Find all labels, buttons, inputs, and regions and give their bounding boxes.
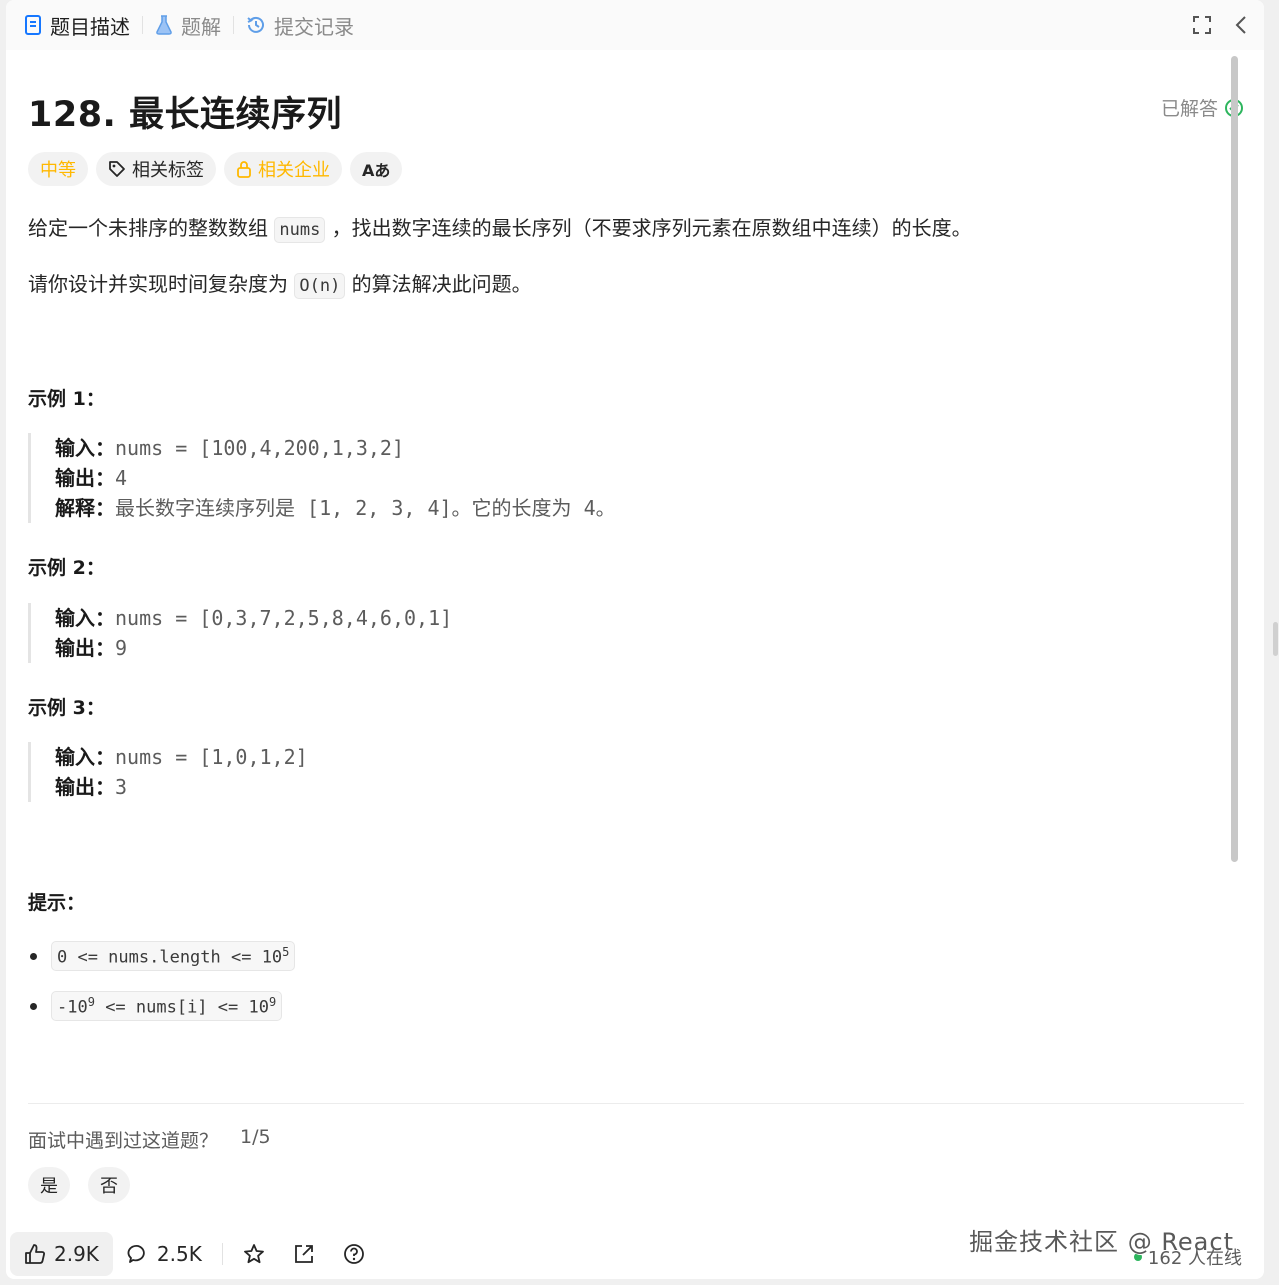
tab-submissions[interactable]: 提交记录 — [234, 0, 366, 50]
tab-bar-actions — [1192, 0, 1248, 50]
description-text: 给定一个未排序的整数数组 — [28, 216, 268, 240]
constraint-code: 0 <= nums.length <= 105 — [51, 940, 296, 972]
hints-heading: 提示： — [28, 892, 86, 914]
help-button[interactable] — [329, 1232, 379, 1276]
inline-code: O(n) — [294, 273, 346, 299]
input-value: nums = [1,0,1,2] — [115, 745, 308, 769]
bullet-dot — [30, 1002, 37, 1010]
hints-list: 0 <= nums.length <= 105 -109 <= nums[i] … — [28, 931, 296, 1031]
output-label: 输出： — [55, 775, 115, 799]
list-item: -109 <= nums[i] <= 109 — [28, 981, 295, 1031]
translate-icon: Aあ — [362, 161, 391, 180]
like-button[interactable]: 2.9K — [10, 1232, 113, 1276]
thumbs-up-icon — [25, 1244, 45, 1264]
comment-count: 2.5K — [156, 1242, 202, 1266]
scrollbar-thumb[interactable] — [1231, 56, 1238, 862]
tag-icon — [109, 161, 125, 177]
difficulty-badge[interactable]: 中等 — [28, 152, 88, 186]
interview-question-text: 面试中遇到过这道题？ — [28, 1130, 219, 1152]
input-value: nums = [0,3,7,2,5,8,4,6,0,1] — [115, 606, 453, 630]
divider — [28, 1103, 1244, 1104]
topics-tag-button[interactable]: 相关标签 — [96, 152, 216, 186]
output-value: 9 — [115, 636, 128, 660]
tab-label: 题解 — [181, 14, 221, 39]
flask-icon — [156, 15, 172, 35]
output-value: 3 — [115, 775, 128, 799]
panel-resize-handle[interactable] — [1273, 622, 1278, 656]
example-heading: 示例 3： — [28, 697, 105, 719]
example-heading: 示例 2： — [28, 557, 105, 579]
description-paragraph-1: 给定一个未排序的整数数组 nums ，找出数字连续的最长序列（不要求序列元素在原… — [28, 213, 972, 245]
list-item: 0 <= nums.length <= 105 — [28, 931, 296, 981]
footer-divider — [221, 1243, 223, 1265]
companies-tag-button[interactable]: 相关企业 — [224, 152, 342, 186]
chevron-left-icon[interactable] — [1234, 15, 1248, 35]
fullscreen-icon[interactable] — [1192, 15, 1212, 35]
no-button[interactable]: 否 — [88, 1167, 130, 1203]
example-block: 输入：nums = [100,4,200,1,3,2] 输出：4 解释：最长数字… — [28, 433, 616, 523]
history-icon — [247, 16, 264, 33]
footer-toolbar: 2.9K 2.5K — [10, 1232, 379, 1276]
input-label: 输入： — [55, 436, 115, 460]
translate-button[interactable]: Aあ — [350, 152, 403, 186]
yes-button[interactable]: 是 — [28, 1167, 70, 1203]
description-text: ，找出数字连续的最长序列（不要求序列元素在原数组中连续）的长度。 — [331, 216, 972, 240]
tab-solutions[interactable]: 题解 — [143, 0, 233, 50]
constraint-code: -109 <= nums[i] <= 109 — [51, 990, 283, 1022]
question-circle-icon — [343, 1244, 364, 1264]
example-heading: 示例 1： — [28, 388, 105, 410]
problem-panel: 题目描述 题解 提交记录 128. 最长连续序列 已解答 中等 相关标签 相关企… — [6, 0, 1264, 1279]
example-block: 输入：nums = [0,3,7,2,5,8,4,6,0,1] 输出：9 — [28, 603, 452, 663]
description-text: 请你设计并实现时间复杂度为 — [28, 272, 288, 296]
comments-button[interactable]: 2.5K — [113, 1232, 216, 1276]
share-button[interactable] — [279, 1232, 329, 1276]
description-text: 的算法解决此问题。 — [351, 272, 532, 296]
input-label: 输入： — [55, 606, 115, 630]
example-block: 输入：nums = [1,0,1,2] 输出：3 — [28, 742, 308, 802]
output-value: 4 — [115, 466, 128, 490]
explain-label: 解释： — [55, 496, 115, 520]
document-icon — [25, 15, 41, 35]
input-value: nums = [100,4,200,1,3,2] — [115, 436, 404, 460]
description-paragraph-2: 请你设计并实现时间复杂度为 O(n) 的算法解决此问题。 — [28, 269, 532, 301]
inline-code: nums — [274, 217, 326, 243]
share-icon — [294, 1245, 313, 1263]
solved-label: 已解答 — [1160, 98, 1218, 120]
bullet-dot — [30, 952, 37, 960]
tab-bar: 题目描述 题解 提交记录 — [6, 0, 1264, 50]
lock-icon — [237, 161, 251, 178]
input-label: 输入： — [55, 745, 115, 769]
tab-label: 题目描述 — [50, 14, 130, 39]
output-label: 输出： — [55, 636, 115, 660]
explain-value: 最长数字连续序列是 [1, 2, 3, 4]。它的长度为 4。 — [115, 496, 616, 520]
topics-tag-label: 相关标签 — [132, 160, 204, 181]
tab-description[interactable]: 题目描述 — [6, 0, 142, 50]
watermark: 掘金技术社区 @ React — [969, 1228, 1234, 1256]
companies-tag-label: 相关企业 — [258, 160, 330, 181]
like-count: 2.9K — [54, 1242, 99, 1266]
tab-label: 提交记录 — [274, 14, 354, 39]
star-icon — [243, 1244, 264, 1264]
output-label: 输出： — [55, 466, 115, 490]
tag-row: 中等 相关标签 相关企业 Aあ — [28, 152, 403, 186]
interview-count: 1/5 — [240, 1126, 271, 1148]
comment-icon — [127, 1244, 145, 1263]
page-title: 128. 最长连续序列 — [28, 95, 343, 135]
interview-answer-group: 是 否 — [28, 1167, 130, 1203]
interview-question: 面试中遇到过这道题？ 1/5 — [28, 1126, 271, 1153]
favorite-button[interactable] — [229, 1232, 279, 1276]
